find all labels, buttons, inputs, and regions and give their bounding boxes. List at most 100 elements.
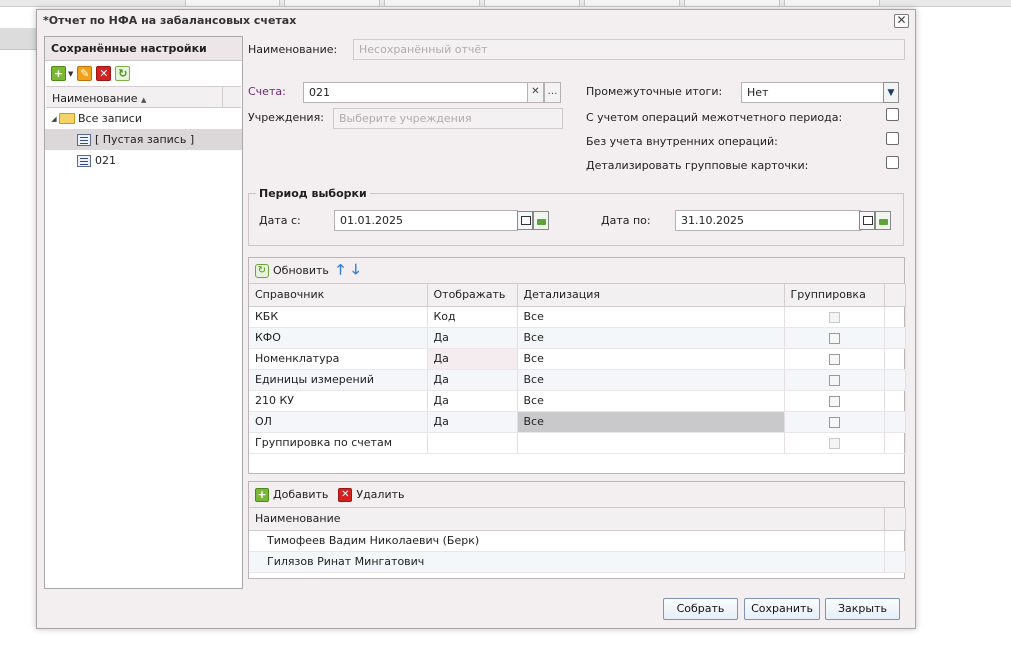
grouping-checkbox[interactable] [828, 311, 840, 323]
clear-icon[interactable]: ✕ [527, 82, 544, 103]
reference-table: Справочник Отображать Детализация Группи… [249, 284, 906, 454]
refresh-button[interactable]: Обновить [273, 264, 329, 277]
date-from-input[interactable]: 01.01.2025 [334, 210, 518, 231]
calendar-icon[interactable] [859, 211, 875, 230]
name-label: Наименование: [248, 43, 338, 56]
folder-icon [59, 113, 75, 124]
column-header[interactable]: Детализация [517, 284, 785, 307]
people-table: Наименование Тимофеев Вадим Николаевич (… [249, 508, 906, 573]
cell-detail[interactable]: Все [517, 306, 785, 328]
accounts-input[interactable]: 021 [303, 82, 528, 103]
table-row[interactable]: Гилязов Ринат Мингатович [249, 551, 906, 573]
tree-item-empty-record[interactable]: [ Пустая запись ] [45, 129, 242, 150]
reference-grid-panel: ↻ Обновить 🡑 🡓 Справочник Отображать Дет… [248, 257, 906, 474]
refresh-icon[interactable]: ↻ [255, 263, 269, 278]
add-icon[interactable]: + [51, 66, 66, 81]
edit-icon[interactable]: ✎ [77, 66, 93, 81]
delete-button[interactable]: Удалить [356, 488, 404, 501]
column-header[interactable]: Наименование [249, 508, 885, 531]
grouping-checkbox[interactable] [828, 374, 840, 386]
grouping-checkbox[interactable] [828, 332, 840, 344]
cell-detail[interactable]: Все [517, 390, 785, 412]
date-from-label: Дата с: [259, 214, 301, 227]
calendar-icon[interactable] [517, 211, 533, 230]
cell-reference: ОЛ [249, 411, 428, 433]
cell-detail[interactable] [517, 432, 785, 454]
background-nav-item [0, 28, 40, 50]
date-to-input[interactable]: 31.10.2025 [675, 210, 861, 231]
cell-detail[interactable]: Все [517, 348, 785, 370]
refresh-icon[interactable]: ↻ [115, 66, 131, 81]
grouping-checkbox[interactable] [828, 437, 840, 449]
add-icon[interactable]: + [255, 487, 269, 502]
cell-detail[interactable]: Все [517, 327, 785, 349]
chevron-down-icon[interactable]: ▼ [68, 70, 73, 78]
arrow-down-icon[interactable]: 🡓 [352, 259, 359, 283]
cell-display[interactable]: Да [427, 390, 518, 412]
cell-display[interactable]: Да [427, 348, 518, 370]
grouping-checkbox[interactable] [828, 395, 840, 407]
expand-icon[interactable]: ◢ [49, 115, 59, 123]
tree-item-021[interactable]: 021 [45, 150, 242, 171]
cell-person: Гилязов Ринат Мингатович [249, 551, 885, 573]
tree-item-all-records[interactable]: ◢ Все записи [45, 108, 242, 129]
column-header[interactable]: Группировка [784, 284, 885, 307]
cell-display[interactable]: Да [427, 327, 518, 349]
table-row[interactable]: Тимофеев Вадим Николаевич (Берк) [249, 530, 906, 552]
table-row[interactable]: ОЛ Да Все [249, 411, 906, 433]
saved-settings-panel: Сохранённые настройки + ▼ ✎ ✕ ↻ Наименов… [44, 36, 243, 589]
cell-reference: Группировка по счетам [249, 432, 428, 454]
internal-ops-checkbox[interactable] [886, 132, 899, 145]
cell-reference: Единицы измерений [249, 369, 428, 391]
detail-cards-checkbox[interactable] [886, 156, 899, 169]
chevron-down-icon[interactable]: ▼ [883, 82, 899, 103]
date-pick-icon[interactable] [533, 211, 549, 230]
cell-detail[interactable]: Все [517, 369, 785, 391]
background-tab [284, 0, 380, 7]
table-row[interactable]: 210 КУ Да Все [249, 390, 906, 412]
ellipsis-icon[interactable]: … [544, 82, 561, 103]
cell-display[interactable] [427, 432, 518, 454]
dialog-title: *Отчет по НФА на забалансовых счетах [43, 14, 297, 27]
people-grid-toolbar: + Добавить ✕ Удалить [249, 482, 904, 508]
table-row[interactable]: Единицы измерений Да Все [249, 369, 906, 391]
cell-display[interactable]: Да [427, 369, 518, 391]
add-button[interactable]: Добавить [273, 488, 328, 501]
background-tab [185, 0, 280, 7]
saved-settings-column-header[interactable]: Наименование ▲ [46, 86, 241, 108]
table-row[interactable]: КБК Код Все [249, 306, 906, 328]
cell-display[interactable]: Код [427, 306, 518, 328]
column-header[interactable]: Отображать [427, 284, 518, 307]
delete-icon[interactable]: ✕ [96, 66, 112, 81]
interperiod-checkbox[interactable] [886, 108, 899, 121]
collect-button[interactable]: Собрать [663, 598, 738, 620]
reference-grid-toolbar: ↻ Обновить 🡑 🡓 [249, 258, 904, 284]
cell-person: Тимофеев Вадим Николаевич (Берк) [249, 530, 885, 552]
cell-detail[interactable]: Все [517, 411, 785, 433]
grouping-checkbox[interactable] [828, 416, 840, 428]
close-icon[interactable]: ✕ [894, 14, 909, 28]
grouping-checkbox[interactable] [828, 353, 840, 365]
delete-icon[interactable]: ✕ [338, 487, 353, 502]
background-tab [584, 0, 680, 7]
cell-reference: 210 КУ [249, 390, 428, 412]
column-header[interactable]: Справочник [249, 284, 428, 307]
arrow-up-icon[interactable]: 🡑 [337, 259, 344, 283]
subtotals-select[interactable]: Нет [741, 82, 885, 103]
background-tab [684, 0, 780, 7]
close-button[interactable]: Закрыть [825, 598, 900, 620]
saved-settings-toolbar: + ▼ ✎ ✕ ↻ [45, 61, 242, 86]
table-row[interactable]: Номенклатура Да Все [249, 348, 906, 370]
accounts-label[interactable]: Счета: [248, 85, 286, 98]
report-dialog: *Отчет по НФА на забалансовых счетах ✕ С… [36, 9, 916, 629]
report-name-input[interactable]: Несохранённый отчёт [353, 39, 905, 60]
save-button[interactable]: Сохранить [744, 598, 820, 620]
table-row[interactable]: Группировка по счетам [249, 432, 906, 454]
cell-display[interactable]: Да [427, 411, 518, 433]
period-legend: Период выборки [256, 187, 370, 200]
table-row[interactable]: КФО Да Все [249, 327, 906, 349]
saved-settings-title: Сохранённые настройки [45, 37, 242, 61]
detail-cards-label: Детализировать групповые карточки: [586, 159, 809, 172]
date-pick-icon[interactable] [875, 211, 891, 230]
institutions-input[interactable]: Выберите учреждения [333, 108, 563, 129]
